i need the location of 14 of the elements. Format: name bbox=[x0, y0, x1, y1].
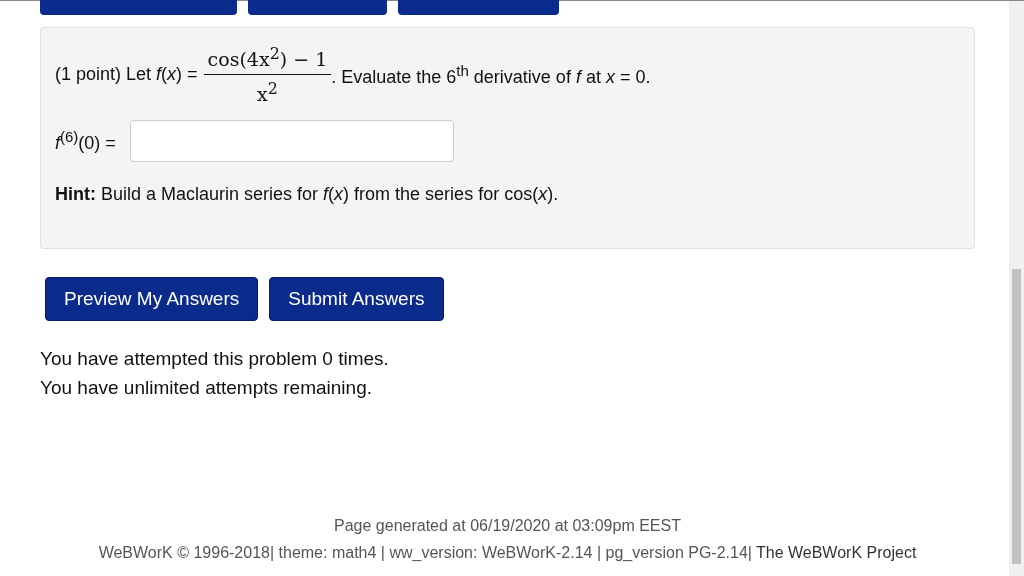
credits-text: WeBWorK © 1996-2018| theme: math4 | ww_version: WeBWorK-2.14 | pg_version PG-2.14| bbox=[98, 544, 752, 562]
submit-button[interactable]: Submit Answers bbox=[269, 277, 444, 321]
hint-text: Hint: Build a Maclaurin series for f(x) from the series for cos(x). bbox=[55, 183, 559, 205]
problem-text: . Evaluate the 6$^{th}$ derivative of f at x = 0. bbox=[331, 61, 651, 88]
fraction: cos(4x$^{2}$) − 1 x$^{2}$ bbox=[203, 44, 332, 106]
scrollbar[interactable] bbox=[1009, 1, 1024, 576]
answer-label: f$^{(6)}$(0) = bbox=[55, 127, 116, 154]
generated-text: Page generated at 06/19/2020 at 03:09pm EEST bbox=[334, 517, 681, 535]
attempts-message: You have unlimited attempts remaining. bbox=[40, 376, 373, 400]
project-link[interactable]: The WeBWorK Project bbox=[755, 544, 917, 562]
preview-button[interactable]: Preview My Answers bbox=[45, 277, 259, 321]
attempts-message: You have attempted this problem 0 times. bbox=[40, 347, 390, 371]
answer-field[interactable] bbox=[129, 119, 454, 162]
problem-text: (1 point) Let f(x) = bbox=[55, 64, 198, 86]
